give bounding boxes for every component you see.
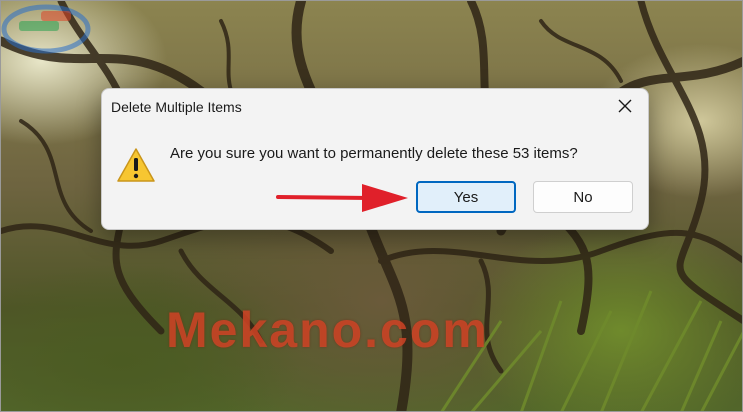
- watermark-logo: [1, 4, 91, 54]
- red-pointer-arrow-icon: [276, 184, 408, 212]
- dialog-title: Delete Multiple Items: [111, 99, 242, 115]
- close-icon: [618, 99, 632, 113]
- watermark-text: Mekano.com: [166, 302, 489, 358]
- warning-icon: [117, 148, 155, 182]
- confirmation-message: Are you sure you want to permanently del…: [170, 145, 578, 162]
- close-button[interactable]: [608, 93, 642, 119]
- no-button[interactable]: No: [533, 181, 633, 213]
- yes-button[interactable]: Yes: [416, 181, 516, 213]
